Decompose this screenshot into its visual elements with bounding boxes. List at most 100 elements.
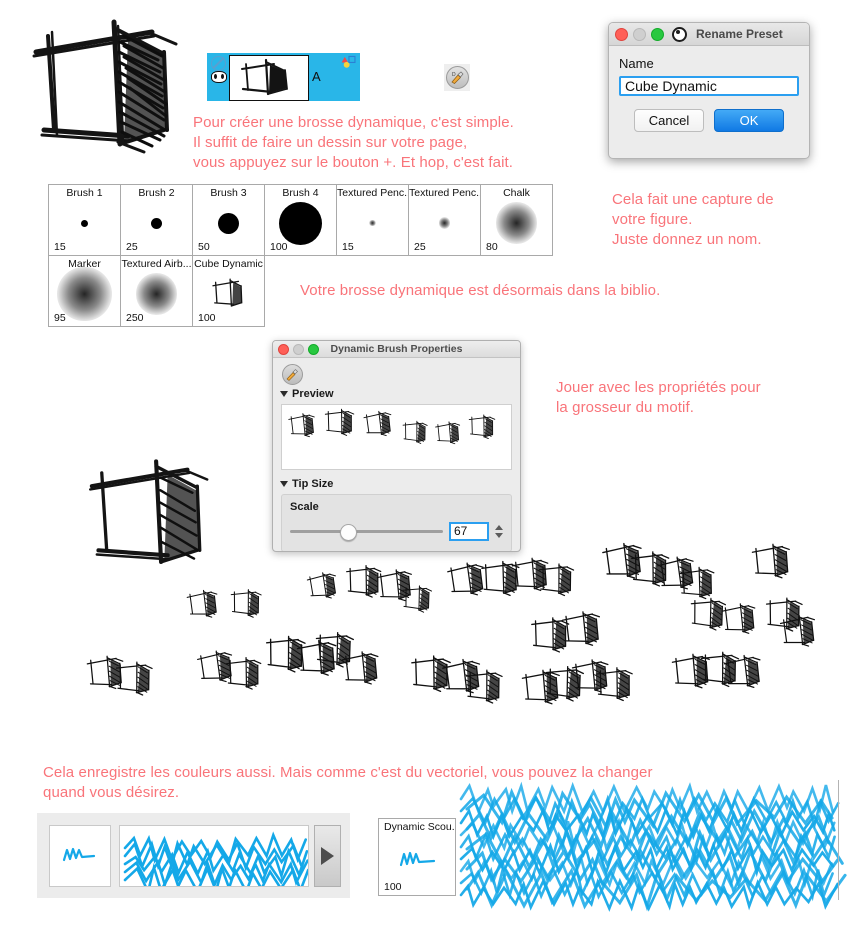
brush-cell-chalk[interactable]: Chalk 80 [480,184,553,256]
scale-value-input[interactable]: 67 [449,522,489,541]
brush-cell-art [481,202,552,244]
brush-cell-title: Textured Penc... [409,187,480,199]
name-input[interactable]: Cube Dynamic [619,76,799,96]
brush-cell-brush-4[interactable]: Brush 4 100 [264,184,337,256]
brush-cell-size: 25 [414,241,426,253]
annotation-properties: Jouer avec les propriétés pour la grosse… [556,379,761,416]
brush-cell-title: Dynamic Scou... [384,821,455,833]
brush-library: Brush 1 15 Brush 2 25 Brush 3 50 Brush 4 100 Tex… [48,184,553,327]
brush-dot [279,201,322,245]
preview-cubes [288,408,496,445]
brush-cell-size: 25 [126,241,138,253]
brush-cell-art [49,203,120,243]
panel-title: Dynamic Brush Properties [330,343,463,355]
cube-stamp-field [86,542,850,740]
capture-thumbnail[interactable] [229,55,309,101]
brush-cell-art [337,203,408,243]
cube-glyph [211,278,242,307]
brush-cell-title: Textured Penc... [337,187,408,199]
chevron-down-icon [280,391,288,397]
brush-cell-art [121,203,192,243]
annotation-intro: Pour créer une brosse dynamique, c'est s… [193,114,514,171]
annotation-capture: Cela fait une capture de votre figure. J… [612,191,774,248]
cancel-button[interactable]: Cancel [634,109,704,132]
name-label: Name [619,56,654,71]
close-button[interactable] [615,27,628,41]
preview-disclosure[interactable]: Preview [280,388,512,400]
brush-preview-box [281,404,512,470]
panel-titlebar[interactable]: Dynamic Brush Properties [273,341,520,358]
panel-brush-icon[interactable] [282,364,303,385]
tipsize-section-label: Tip Size [292,478,334,490]
brush-cell-art [379,837,455,877]
brush-cell-title: Brush 2 [138,187,175,199]
next-preview-button[interactable] [314,825,341,887]
brush-cell-brush-2[interactable]: Brush 2 25 [120,184,193,256]
vertical-rule [838,780,839,900]
brush-dot [218,212,239,234]
stepper-up-icon[interactable] [495,525,503,530]
brush-cell-textured-airb[interactable]: Textured Airb... 250 [120,255,193,327]
play-triangle-icon [321,847,334,865]
brush-tool-button[interactable]: D [444,64,470,91]
scale-slider-knob[interactable] [340,524,357,541]
minimize-button[interactable] [633,27,646,41]
zoom-button[interactable] [651,27,664,41]
brush-cell-size: 15 [342,241,354,253]
brush-cell-textured-penc[interactable]: Textured Penc... 15 [336,184,409,256]
dynamic-brush-properties-panel: Dynamic Brush Properties Preview Tip Siz… [272,340,521,552]
blue-scribble-art [455,778,847,912]
brush-cell-size: 95 [54,312,66,324]
brush-soft-dot [438,217,451,229]
prohibited-icon[interactable] [211,56,226,71]
dialog-title: Rename Preset [696,27,783,41]
brush-cell-size: 50 [198,241,210,253]
brush-cell-art [49,266,120,322]
color-preview-widget [37,813,350,898]
brush-cell-title: Brush 1 [66,187,103,199]
brush-thumbnail[interactable] [49,825,111,887]
rename-preset-dialog: Rename Preset Name Cube Dynamic Cancel O… [608,22,810,159]
brush-cell-title: Chalk [503,187,530,199]
tipsize-disclosure[interactable]: Tip Size [280,478,512,490]
svg-text:D: D [452,72,456,78]
brush-cell-title: Brush 4 [282,187,319,199]
brush-cell-size: 100 [198,312,216,324]
brush-dot [81,219,88,227]
brush-cell-art [265,201,336,245]
brush-cell-dynamic-scouble[interactable]: Dynamic Scou... 100 [378,818,456,896]
target-icon [672,26,687,42]
brush-cell-art [193,203,264,243]
brush-soft-dot [369,219,376,227]
scale-stepper[interactable] [495,525,503,538]
brush-cell-size: 250 [126,312,144,324]
dialog-titlebar[interactable]: Rename Preset [609,23,809,46]
brush-row: Brush 1 15 Brush 2 25 Brush 3 50 Brush 4 100 Tex… [48,184,553,256]
brush-cell-marker[interactable]: Marker 95 [48,255,121,327]
brush-cell-title: Cube Dynamic [194,258,263,270]
ok-button[interactable]: OK [714,109,784,132]
scale-label: Scale [290,501,319,513]
annotation-library: Votre brosse dynamique est désormais dan… [300,282,661,299]
brush-soft-dot [495,202,538,244]
brush-cell-art [193,274,264,314]
brush-cell-size: 100 [384,881,402,893]
brush-dot [151,217,162,229]
stroke-preview-strip[interactable] [119,825,309,887]
dynamic-brush-toolstrip[interactable]: A [207,53,360,101]
tipsize-group: Scale 67 [281,494,512,551]
shapes-icon[interactable] [341,55,356,68]
brush-cell-brush-3[interactable]: Brush 3 50 [192,184,265,256]
brush-cell-title: Brush 3 [210,187,247,199]
cube-sketch-top [24,12,194,167]
brush-cell-art [409,203,480,243]
eyes-icon[interactable] [211,71,227,83]
brush-cell-textured-penc[interactable]: Textured Penc... 25 [408,184,481,256]
stepper-down-icon[interactable] [495,533,503,538]
scale-slider[interactable] [290,524,443,541]
layer-letter-label: A [312,69,321,84]
brush-soft-dot [135,273,178,315]
brush-cell-cube-dynamic[interactable]: Cube Dynamic 100 [192,255,265,327]
brush-cell-size: 15 [54,241,66,253]
brush-cell-brush-1[interactable]: Brush 1 15 [48,184,121,256]
